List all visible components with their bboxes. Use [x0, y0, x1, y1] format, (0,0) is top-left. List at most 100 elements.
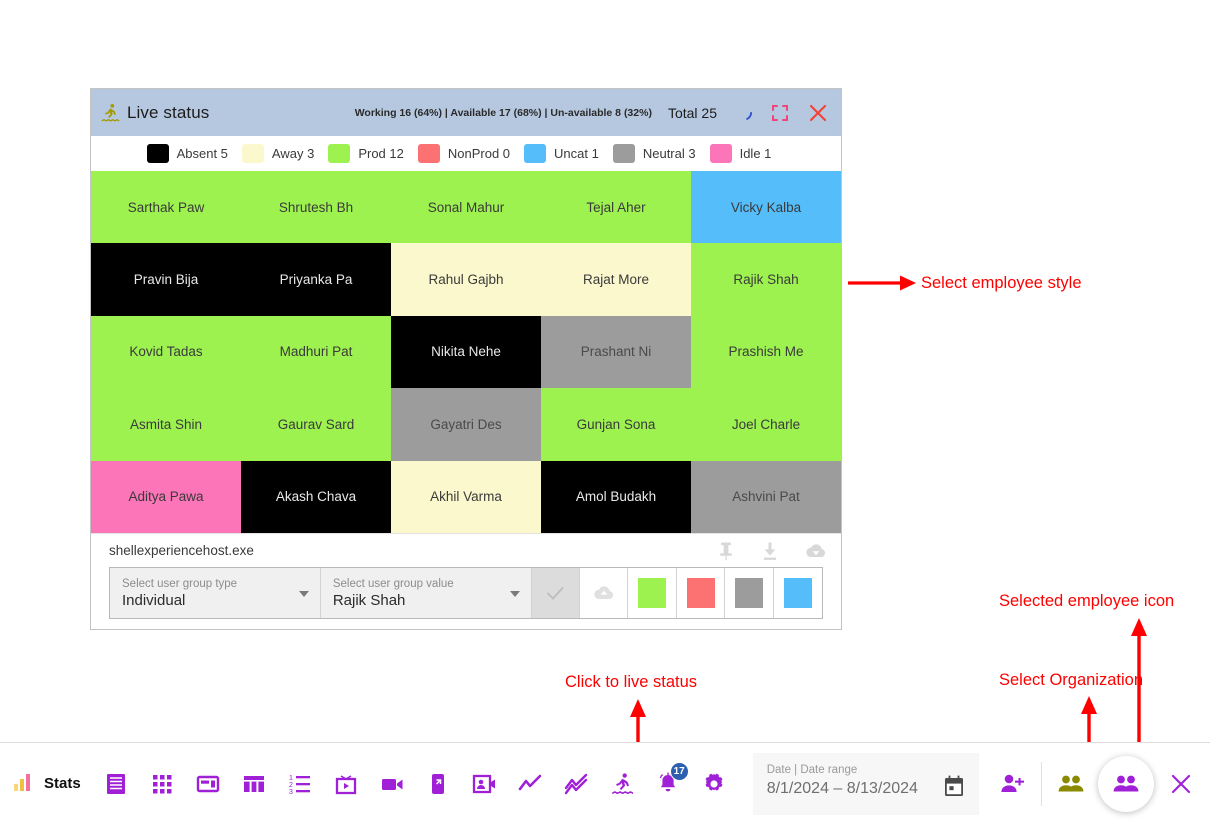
legend-item[interactable]: Prod 12	[328, 144, 404, 163]
process-name: shellexperiencehost.exe	[109, 543, 254, 558]
employee-cell[interactable]: Sonal Mahur	[391, 171, 541, 244]
legend-label: Uncat 1	[554, 146, 599, 161]
settings-gear-icon[interactable]	[691, 761, 737, 807]
employee-name: Aditya Pawa	[128, 489, 204, 505]
employee-name: Gayatri Des	[430, 416, 502, 432]
employee-cell[interactable]: Sarthak Paw	[91, 171, 241, 244]
close-icon[interactable]	[1158, 761, 1204, 807]
date-range-field[interactable]: Date | Date range 8/1/2024 – 8/13/2024	[752, 752, 979, 815]
media-player-icon[interactable]	[323, 761, 369, 807]
cloud-upload-button[interactable]	[580, 568, 629, 618]
color-button[interactable]	[676, 568, 726, 618]
employee-cell[interactable]: Rajat More	[541, 243, 691, 316]
color-button[interactable]	[628, 568, 677, 618]
cloud-download-icon[interactable]	[805, 541, 827, 561]
legend-item[interactable]: Away 3	[241, 144, 314, 163]
line-chart-icon[interactable]	[507, 761, 553, 807]
trend-chart-icon[interactable]	[553, 761, 599, 807]
fullscreen-icon[interactable]	[771, 104, 789, 122]
employee-name: Kovid Tadas	[129, 344, 203, 360]
svg-text:2: 2	[289, 782, 293, 789]
employee-cell[interactable]: Tejal Aher	[541, 171, 691, 244]
legend-item[interactable]: Neutral 3	[612, 144, 696, 163]
employee-name: Tejal Aher	[586, 199, 646, 215]
loading-spinner-icon[interactable]	[735, 104, 753, 122]
employee-name: Ashvini Pat	[732, 489, 800, 505]
employee-name: Shrutesh Bh	[278, 199, 354, 215]
calendar-icon[interactable]	[943, 775, 965, 798]
chevron-down-icon	[509, 591, 520, 597]
svg-text:1: 1	[289, 775, 293, 782]
bar-chart-logo-icon	[12, 770, 38, 797]
notification-badge: 17	[669, 761, 689, 781]
employee-name: Madhuri Pat	[279, 344, 353, 360]
employee-cell[interactable]: Aditya Pawa	[91, 460, 241, 533]
legend-item[interactable]: NonProd 0	[417, 144, 511, 163]
notification-bell-icon[interactable]: 17	[645, 761, 691, 807]
legend-label: NonProd 0	[447, 146, 511, 161]
employee-name: Sarthak Paw	[127, 199, 205, 215]
employee-cell[interactable]: Joel Charle	[691, 388, 841, 461]
group-type-label: Select user group type	[122, 578, 238, 590]
pin-icon[interactable]	[717, 541, 735, 561]
employee-name: Gaurav Sard	[277, 416, 355, 432]
employee-cell[interactable]: Kovid Tadas	[91, 315, 241, 389]
process-row: shellexperiencehost.exe	[91, 533, 841, 567]
employee-cell[interactable]: Gayatri Des	[391, 388, 541, 461]
download-icon[interactable]	[761, 541, 779, 561]
employee-cell[interactable]: Priyanka Pa	[241, 243, 391, 316]
select-user-group-value[interactable]: Select user group value Rajik Shah	[320, 568, 532, 618]
employee-cell[interactable]: Prashish Me	[691, 315, 841, 389]
employee-name: Asmita Shin	[129, 416, 203, 432]
card-layout-icon[interactable]	[185, 761, 231, 807]
employee-cell[interactable]: Ashvini Pat	[691, 460, 841, 533]
page-title: Live status	[127, 102, 210, 122]
color-button[interactable]	[725, 568, 774, 618]
employee-cell[interactable]: Vicky Kalba	[691, 171, 841, 244]
color-button[interactable]	[773, 568, 823, 618]
legend-label: Absent 5	[176, 146, 228, 161]
legend-item[interactable]: Uncat 1	[524, 144, 599, 163]
employee-cell[interactable]: Akhil Varma	[391, 460, 541, 533]
ordered-list-icon[interactable]: 1 2 3	[277, 761, 323, 807]
employee-name: Gunjan Sona	[576, 416, 656, 432]
columns-chart-icon[interactable]	[231, 761, 277, 807]
employee-cell[interactable]: Shrutesh Bh	[241, 171, 391, 244]
legend-item[interactable]: Absent 5	[146, 144, 228, 163]
live-status-surfer-icon[interactable]	[599, 761, 645, 807]
annotation-selected-employee-icon: Selected employee icon	[999, 592, 1175, 610]
organization-group-icon[interactable]	[1048, 761, 1094, 807]
selected-employee-group-icon[interactable]	[1097, 755, 1154, 812]
date-range-value: 8/1/2024 – 8/13/2024	[766, 779, 918, 797]
employee-cell[interactable]: Akash Chava	[241, 460, 391, 533]
apply-button[interactable]	[531, 568, 581, 618]
panel-header: Live status Working 16 (64%) | Available…	[91, 89, 841, 136]
mobile-device-icon[interactable]	[415, 761, 461, 807]
apps-grid-icon[interactable]	[139, 761, 185, 807]
add-user-icon[interactable]	[989, 761, 1035, 807]
employee-cell[interactable]: Prashant Ni	[541, 315, 691, 389]
legend-item[interactable]: Idle 1	[709, 144, 771, 163]
employee-cell[interactable]: Asmita Shin	[91, 388, 241, 461]
document-icon[interactable]	[93, 761, 139, 807]
employee-cell[interactable]: Gaurav Sard	[241, 388, 391, 461]
video-camera-icon[interactable]	[369, 761, 415, 807]
employee-cell[interactable]: Rajik Shah	[691, 243, 841, 316]
nonproductive-color-chip	[686, 578, 715, 608]
employee-cell[interactable]: Rahul Gajbh	[391, 243, 541, 316]
employee-name: Rajat More	[582, 272, 650, 288]
employee-cell[interactable]: Pravin Bija	[91, 243, 241, 316]
stats-logo[interactable]: Stats	[12, 770, 81, 797]
close-icon[interactable]	[807, 102, 829, 124]
select-user-group-type[interactable]: Select user group type Individual	[110, 568, 321, 618]
employee-cell[interactable]: Amol Budakh	[541, 460, 691, 533]
employee-cell[interactable]: Gunjan Sona	[541, 388, 691, 461]
taskbar: Stats 1 2 3 17 Date | Date range 8/1/202…	[0, 742, 1210, 824]
employee-name: Priyanka Pa	[279, 272, 353, 288]
legend-swatch	[417, 144, 440, 163]
contact-video-icon[interactable]	[461, 761, 507, 807]
group-type-value: Individual	[122, 592, 186, 609]
user-group-form: Select user group type Individual Select…	[109, 567, 823, 619]
employee-cell[interactable]: Madhuri Pat	[241, 315, 391, 389]
employee-cell[interactable]: Nikita Nehe	[391, 315, 541, 389]
